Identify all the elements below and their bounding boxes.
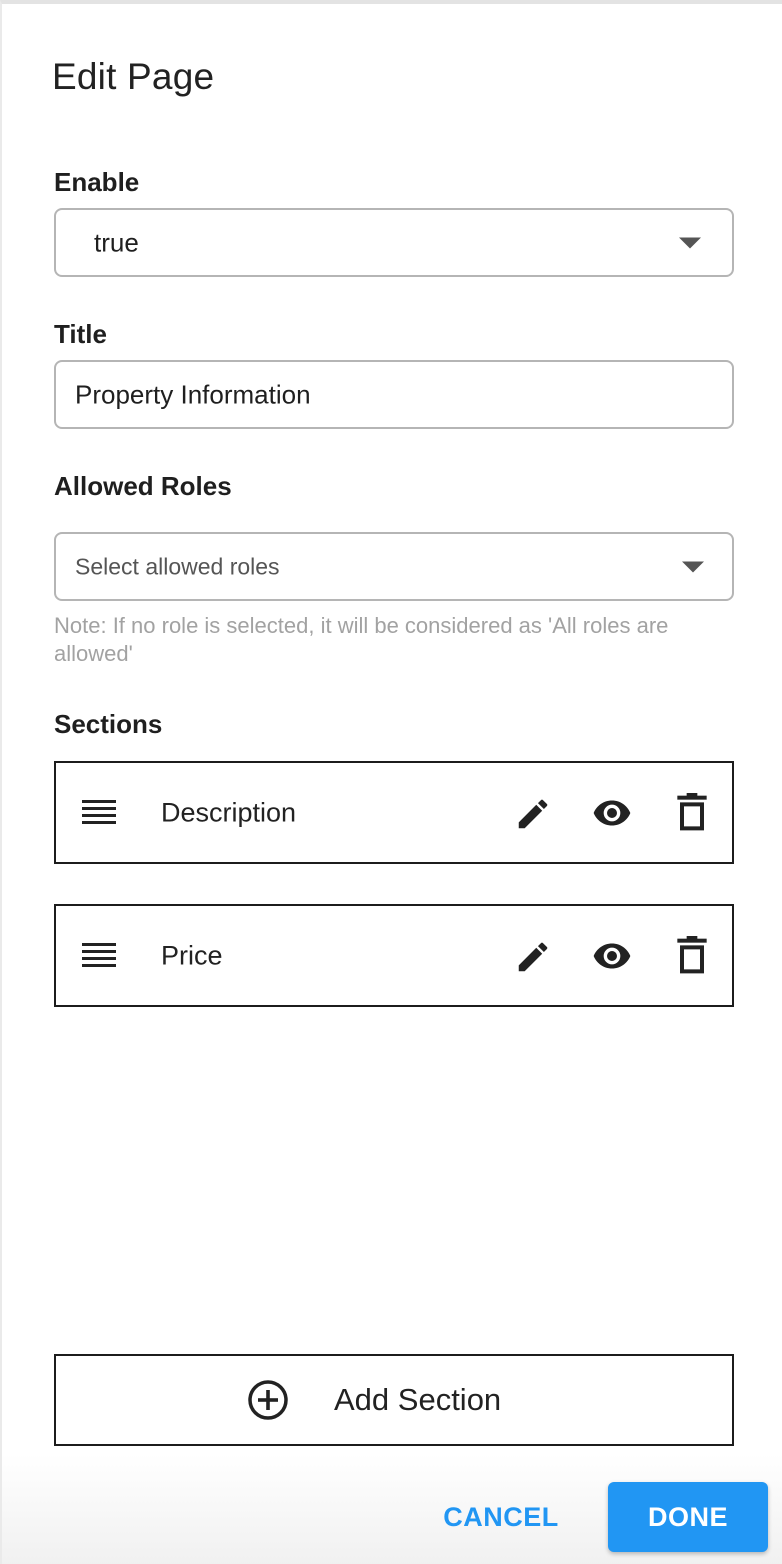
add-section-label: Add Section (334, 1382, 502, 1417)
add-circle-icon (248, 1380, 288, 1420)
edit-icon[interactable] (514, 938, 552, 976)
allowed-roles-select[interactable]: Select allowed roles (54, 532, 734, 601)
caret-down-icon (682, 561, 704, 572)
section-name: Description (161, 797, 297, 827)
drag-handle-icon[interactable] (80, 797, 118, 829)
done-button[interactable]: DONE (608, 1482, 768, 1552)
enable-select[interactable]: true (54, 208, 734, 277)
title-label: Title (54, 319, 107, 349)
section-name: Price (161, 940, 223, 970)
section-row-description: Description (54, 761, 734, 864)
eye-icon[interactable] (590, 793, 634, 833)
cancel-button[interactable]: CANCEL (432, 1482, 570, 1552)
title-input-value: Property Information (75, 379, 311, 409)
add-section-button[interactable]: Add Section (54, 1354, 734, 1446)
section-row-price: Price (54, 904, 734, 1007)
delete-icon[interactable] (676, 936, 708, 976)
sections-label: Sections (54, 709, 163, 739)
page-title: Edit Page (52, 56, 215, 97)
delete-icon[interactable] (676, 793, 708, 833)
enable-select-value: true (94, 227, 139, 257)
allowed-roles-label: Allowed Roles (54, 471, 232, 501)
title-input[interactable]: Property Information (54, 360, 734, 429)
edit-icon[interactable] (514, 795, 552, 833)
edit-page-dialog: Edit Page Enable true Title Property Inf… (0, 0, 782, 1564)
enable-label: Enable (54, 167, 140, 197)
allowed-roles-note: Note: If no role is selected, it will be… (54, 613, 669, 666)
caret-down-icon (679, 237, 701, 248)
eye-icon[interactable] (590, 936, 634, 976)
drag-handle-icon[interactable] (80, 940, 118, 972)
allowed-roles-placeholder: Select allowed roles (75, 553, 280, 579)
